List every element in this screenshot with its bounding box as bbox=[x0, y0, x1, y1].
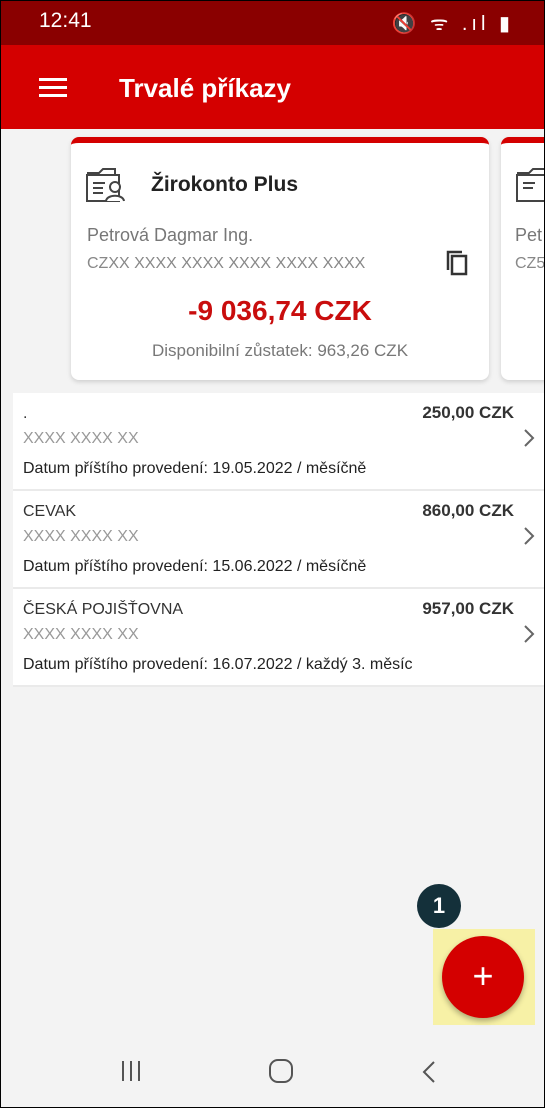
hamburger-menu-icon[interactable] bbox=[39, 78, 67, 97]
available-balance: Disponibilní zůstatek: 963,26 CZK bbox=[151, 341, 409, 360]
account-folder-icon bbox=[86, 168, 125, 202]
order-recipient: ČESKÁ POJIŠŤOVNA bbox=[23, 601, 184, 618]
page-title: Trvalé příkazy bbox=[119, 73, 291, 103]
step-badge: 1 bbox=[417, 884, 461, 928]
home-icon[interactable] bbox=[269, 1059, 293, 1083]
status-icons: 🔇 ᯤ .ıl ▮ bbox=[391, 13, 514, 35]
account-owner: Petrová Dagmar Ing. bbox=[87, 225, 254, 245]
chevron-right-icon bbox=[524, 429, 535, 447]
recents-icon[interactable] bbox=[119, 1059, 143, 1083]
account-name: Žirokonto Plus bbox=[151, 173, 298, 196]
chevron-right-icon bbox=[524, 527, 535, 545]
order-next-date: Datum příštího provedení: 19.05.2022 / m… bbox=[23, 460, 367, 477]
account-card[interactable]: Žirokonto Plus Petrová Dagmar Ing. CZXX … bbox=[71, 137, 489, 380]
order-account: XXXX XXXX XX bbox=[23, 626, 139, 643]
order-recipient: . bbox=[23, 405, 28, 422]
system-nav-bar bbox=[1, 1041, 544, 1107]
order-amount: 250,00 CZK bbox=[422, 403, 514, 422]
account-iban: CZXX XXXX XXXX XXXX XXXX XXXX bbox=[87, 255, 366, 272]
account-iban: CZ5 bbox=[515, 255, 545, 272]
list-item[interactable]: . 250,00 CZK XXXX XXXX XX Datum příštího… bbox=[13, 393, 544, 491]
account-owner: Pet bbox=[515, 225, 543, 245]
order-recipient: CEVAK bbox=[23, 503, 77, 520]
app-bar: Trvalé příkazy bbox=[1, 45, 544, 129]
status-time: 12:41 bbox=[39, 9, 92, 32]
copy-icon[interactable] bbox=[445, 249, 469, 277]
account-balance: -9 036,74 CZK bbox=[188, 295, 372, 326]
standing-orders-list: . 250,00 CZK XXXX XXXX XX Datum příštího… bbox=[13, 393, 544, 687]
account-folder-icon bbox=[516, 168, 544, 202]
phone-screen: 12:41 🔇 ᯤ .ıl ▮ Trvalé příkazy Žirokonto… bbox=[0, 0, 545, 1108]
order-amount: 957,00 CZK bbox=[422, 599, 514, 618]
order-account: XXXX XXXX XX bbox=[23, 528, 139, 545]
account-card-next[interactable]: Pet CZ5 bbox=[501, 137, 545, 380]
order-amount: 860,00 CZK bbox=[422, 501, 514, 520]
order-next-date: Datum příštího provedení: 16.07.2022 / k… bbox=[23, 656, 413, 673]
back-icon[interactable] bbox=[421, 1059, 437, 1085]
list-item[interactable]: ČESKÁ POJIŠŤOVNA 957,00 CZK XXXX XXXX XX… bbox=[13, 589, 544, 687]
order-next-date: Datum příštího provedení: 15.06.2022 / m… bbox=[23, 558, 367, 575]
order-account: XXXX XXXX XX bbox=[23, 430, 139, 447]
status-bar: 12:41 🔇 ᯤ .ıl ▮ bbox=[1, 1, 544, 45]
add-standing-order-button[interactable]: + bbox=[442, 936, 524, 1018]
chevron-right-icon bbox=[524, 625, 535, 643]
list-item[interactable]: CEVAK 860,00 CZK XXXX XXXX XX Datum příš… bbox=[13, 491, 544, 589]
